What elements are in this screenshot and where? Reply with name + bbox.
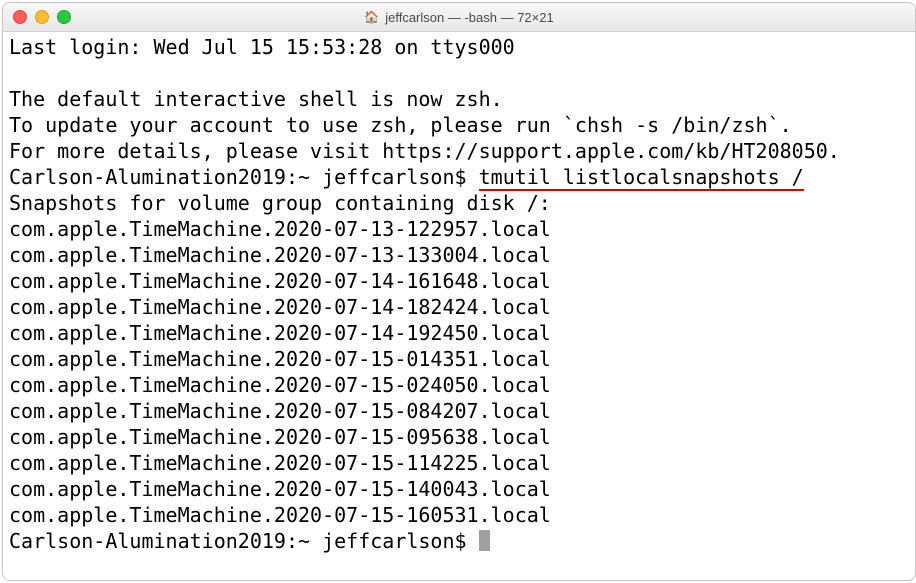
window-title-group: 🏠 jeffcarlson — -bash — 72×21: [364, 10, 553, 25]
close-icon[interactable]: [13, 10, 27, 24]
terminal-line: The default interactive shell is now zsh…: [9, 86, 909, 112]
snapshot-line: com.apple.TimeMachine.2020-07-14-161648.…: [9, 268, 909, 294]
command-typed: tmutil listlocalsnapshots /: [479, 165, 804, 191]
window-title: jeffcarlson — -bash — 72×21: [385, 10, 554, 25]
minimize-icon[interactable]: [35, 10, 49, 24]
snapshot-line: com.apple.TimeMachine.2020-07-15-024050.…: [9, 372, 909, 398]
zoom-icon[interactable]: [57, 10, 71, 24]
snapshot-line: com.apple.TimeMachine.2020-07-15-160531.…: [9, 502, 909, 528]
snapshot-line: com.apple.TimeMachine.2020-07-14-192450.…: [9, 320, 909, 346]
terminal-line: Snapshots for volume group containing di…: [9, 190, 909, 216]
terminal-body[interactable]: Last login: Wed Jul 15 15:53:28 on ttys0…: [3, 32, 915, 580]
titlebar[interactable]: 🏠 jeffcarlson — -bash — 72×21: [3, 3, 915, 32]
cursor-icon: [479, 530, 490, 551]
terminal-line: Last login: Wed Jul 15 15:53:28 on ttys0…: [9, 34, 909, 60]
snapshot-line: com.apple.TimeMachine.2020-07-14-182424.…: [9, 294, 909, 320]
terminal-prompt-line: Carlson-Alumination2019:~ jeffcarlson$: [9, 528, 909, 554]
prompt: Carlson-Alumination2019:~ jeffcarlson$: [9, 529, 479, 553]
home-icon: 🏠: [364, 10, 379, 24]
snapshot-line: com.apple.TimeMachine.2020-07-15-014351.…: [9, 346, 909, 372]
traffic-lights: [13, 10, 71, 24]
terminal-line: For more details, please visit https://s…: [9, 138, 909, 164]
snapshot-line: com.apple.TimeMachine.2020-07-15-095638.…: [9, 424, 909, 450]
snapshot-line: com.apple.TimeMachine.2020-07-15-084207.…: [9, 398, 909, 424]
snapshot-line: com.apple.TimeMachine.2020-07-13-122957.…: [9, 216, 909, 242]
prompt: Carlson-Alumination2019:~ jeffcarlson$: [9, 165, 479, 189]
terminal-prompt-line: Carlson-Alumination2019:~ jeffcarlson$ t…: [9, 164, 909, 190]
terminal-line: [9, 60, 909, 86]
terminal-line: To update your account to use zsh, pleas…: [9, 112, 909, 138]
snapshot-line: com.apple.TimeMachine.2020-07-13-133004.…: [9, 242, 909, 268]
terminal-window: 🏠 jeffcarlson — -bash — 72×21 Last login…: [2, 2, 916, 581]
snapshot-line: com.apple.TimeMachine.2020-07-15-140043.…: [9, 476, 909, 502]
snapshot-line: com.apple.TimeMachine.2020-07-15-114225.…: [9, 450, 909, 476]
